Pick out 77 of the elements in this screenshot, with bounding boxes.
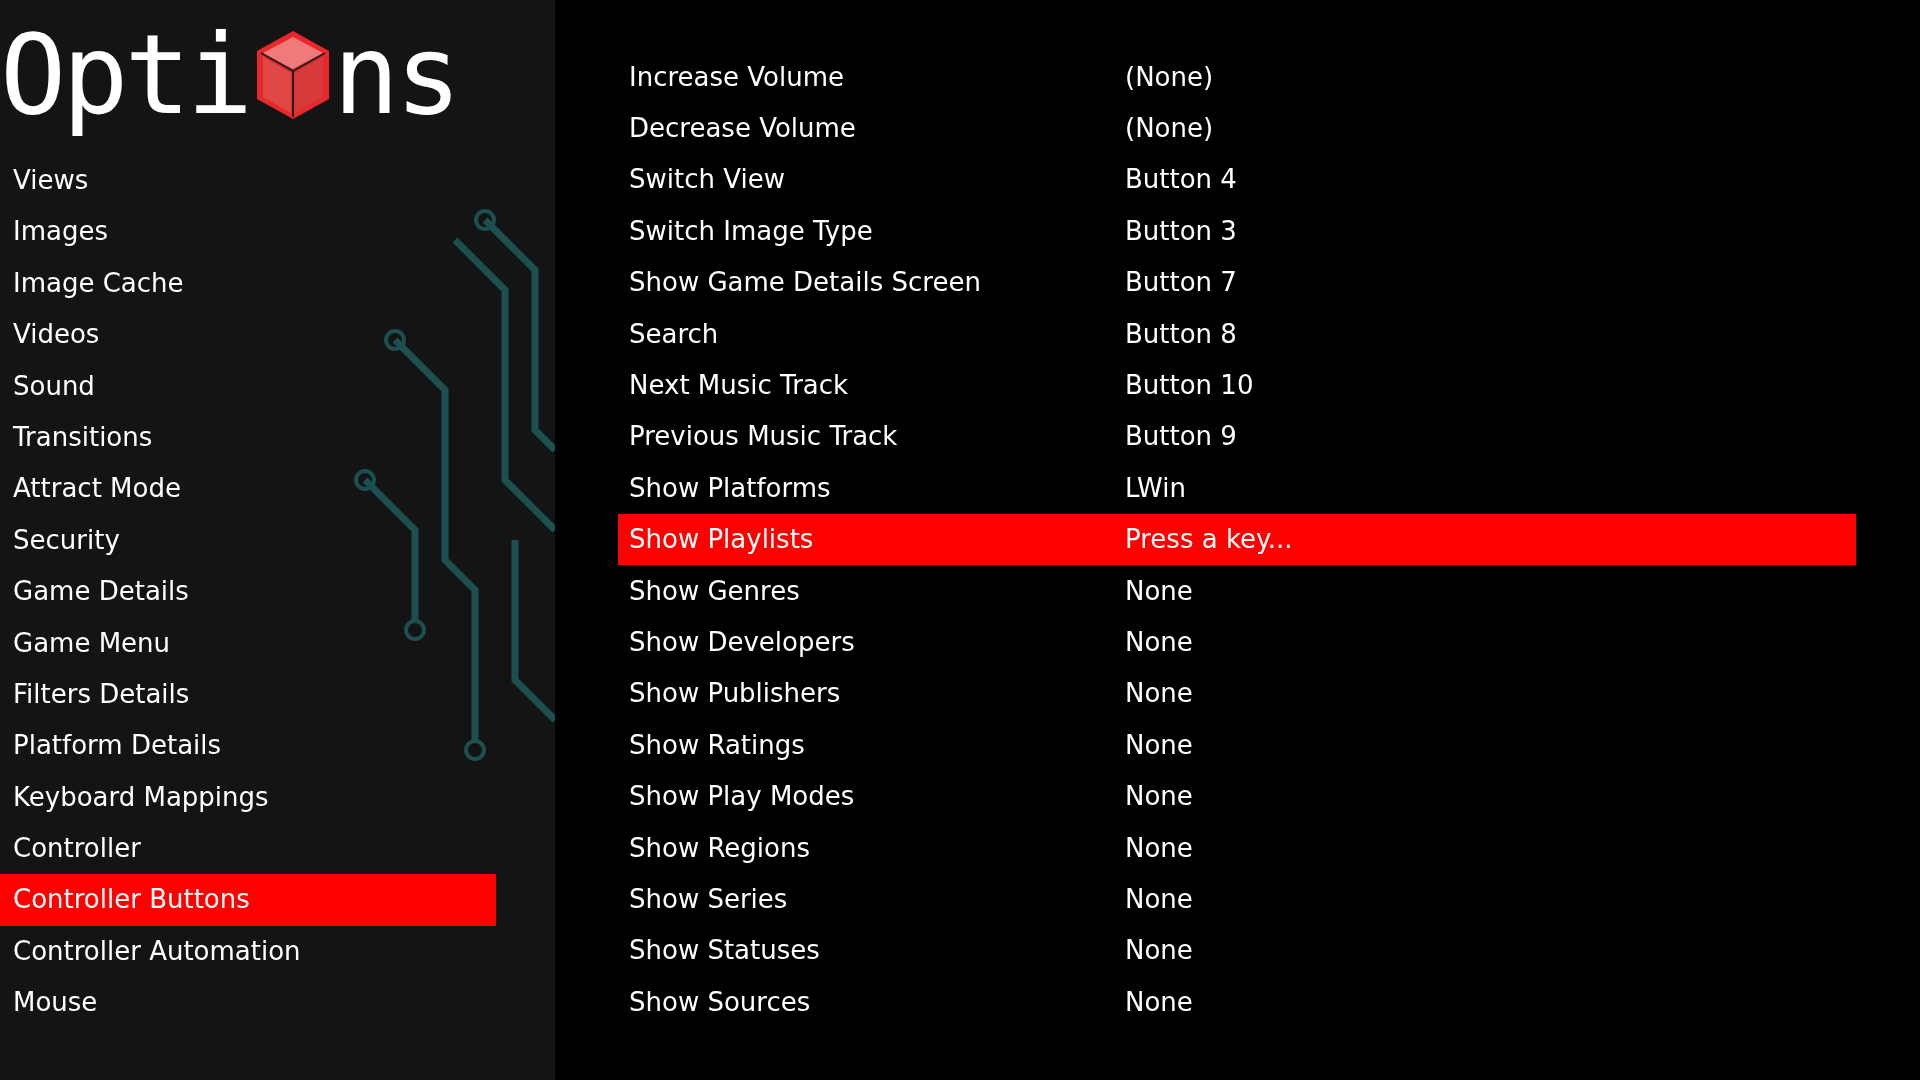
action-label: Show Publishers (628, 678, 842, 709)
action-label: Next Music Track (628, 370, 850, 401)
binding-value: None (1125, 832, 1193, 863)
sidebar-item[interactable]: Controller Buttons (0, 874, 496, 926)
sidebar-item[interactable]: Game Details (0, 566, 189, 618)
binding-value: None (1125, 678, 1193, 709)
action-label: Show Statuses (628, 935, 821, 966)
action-label: Show Series (628, 883, 789, 914)
sidebar-item[interactable]: Keyboard Mappings (0, 771, 269, 824)
action-label: Increase Volume (628, 61, 845, 92)
sidebar-item[interactable]: Attract Mode (0, 463, 181, 515)
mapping-row[interactable]: Show Play Modes None (618, 770, 1856, 822)
action-label: Show Playlists (628, 524, 815, 555)
binding-value: None (1125, 883, 1193, 914)
sidebar-item[interactable]: Controller (0, 823, 141, 875)
action-label: Switch Image Type (628, 215, 874, 246)
mapping-row[interactable]: Show Platforms LWin (618, 462, 1856, 514)
mapping-row[interactable]: Decrease Volume (None) (618, 102, 1856, 154)
binding-value: LWin (1125, 472, 1186, 503)
binding-value: None (1125, 575, 1193, 606)
binding-value: Button 3 (1125, 215, 1237, 246)
mapping-row[interactable]: Increase Volume (None) (618, 51, 1856, 103)
mapping-row[interactable]: Show Game Details Screen Button 7 (618, 256, 1856, 308)
action-label: Switch View (628, 164, 786, 195)
mapping-row[interactable]: Show Series None (618, 873, 1856, 925)
sidebar-item[interactable]: Security (0, 514, 120, 567)
sidebar-item[interactable]: Sound (0, 360, 95, 412)
sidebar-item[interactable]: Mouse (0, 977, 98, 1029)
binding-value: None (1125, 781, 1193, 812)
binding-value: None (1125, 986, 1193, 1017)
action-label: Show Ratings (628, 729, 806, 760)
action-label: Show Regions (628, 832, 811, 863)
binding-value: Button 4 (1125, 164, 1237, 195)
mapping-row[interactable]: Previous Music Track Button 9 (618, 410, 1856, 463)
mapping-row[interactable]: Show Regions None (618, 821, 1856, 874)
highlighted-mapping-row[interactable]: Show Playlists Press a key... (618, 513, 1856, 565)
mapping-row[interactable]: Show Ratings None (618, 719, 1856, 771)
sidebar-item[interactable]: Platform Details (0, 720, 222, 772)
logo-text: Opti (0, 9, 250, 141)
action-label: Previous Music Track (628, 421, 899, 452)
binding-value: Button 7 (1125, 267, 1237, 298)
sidebar-item[interactable]: Game Menu (0, 617, 171, 669)
action-label: Show Platforms (628, 472, 832, 503)
sidebar-item[interactable]: Image Cache (0, 257, 184, 310)
binding-value: (None) (1125, 113, 1214, 144)
binding-value: (None) (1125, 61, 1214, 92)
mapping-row[interactable]: Switch View Button 4 (618, 153, 1856, 206)
binding-value: Button 8 (1125, 318, 1237, 349)
sidebar-item[interactable]: Videos (0, 309, 100, 361)
binding-value: Button 10 (1125, 370, 1254, 401)
logo-text: ns (332, 9, 459, 141)
sidebar-item[interactable]: Transitions (0, 411, 153, 464)
sidebar-item[interactable]: Images (0, 206, 108, 258)
mapping-row[interactable]: Search Button 8 (618, 307, 1856, 360)
action-label: Show Game Details Screen (628, 267, 982, 298)
binding-value: None (1125, 729, 1193, 760)
action-label: Search (628, 318, 720, 349)
sidebar-item[interactable]: Controller Automation (0, 925, 301, 978)
action-label: Show Sources (628, 986, 812, 1017)
cube-logo-icon (254, 29, 331, 121)
mapping-row[interactable]: Show Developers None (618, 616, 1856, 668)
action-label: Decrease Volume (628, 113, 857, 144)
binding-value: None (1125, 935, 1193, 966)
sidebar-item[interactable]: Views (0, 155, 89, 207)
binding-value: Button 9 (1125, 421, 1237, 452)
mapping-row[interactable]: Switch Image Type Button 3 (618, 205, 1856, 257)
sidebar-item[interactable]: Filters Details (0, 668, 190, 721)
mapping-row[interactable]: Next Music Track Button 10 (618, 359, 1856, 411)
mapping-row[interactable]: Show Publishers None (618, 667, 1856, 720)
mapping-row[interactable]: Show Statuses None (618, 924, 1856, 977)
mapping-row[interactable]: Show Genres None (618, 564, 1856, 617)
action-label: Show Genres (628, 575, 801, 606)
action-label: Show Play Modes (628, 781, 856, 812)
mapping-row[interactable]: Show Sources None (618, 976, 1856, 1028)
binding-value: None (1125, 627, 1193, 657)
binding-value: Press a key... (1125, 524, 1293, 555)
action-label: Show Developers (628, 627, 856, 657)
